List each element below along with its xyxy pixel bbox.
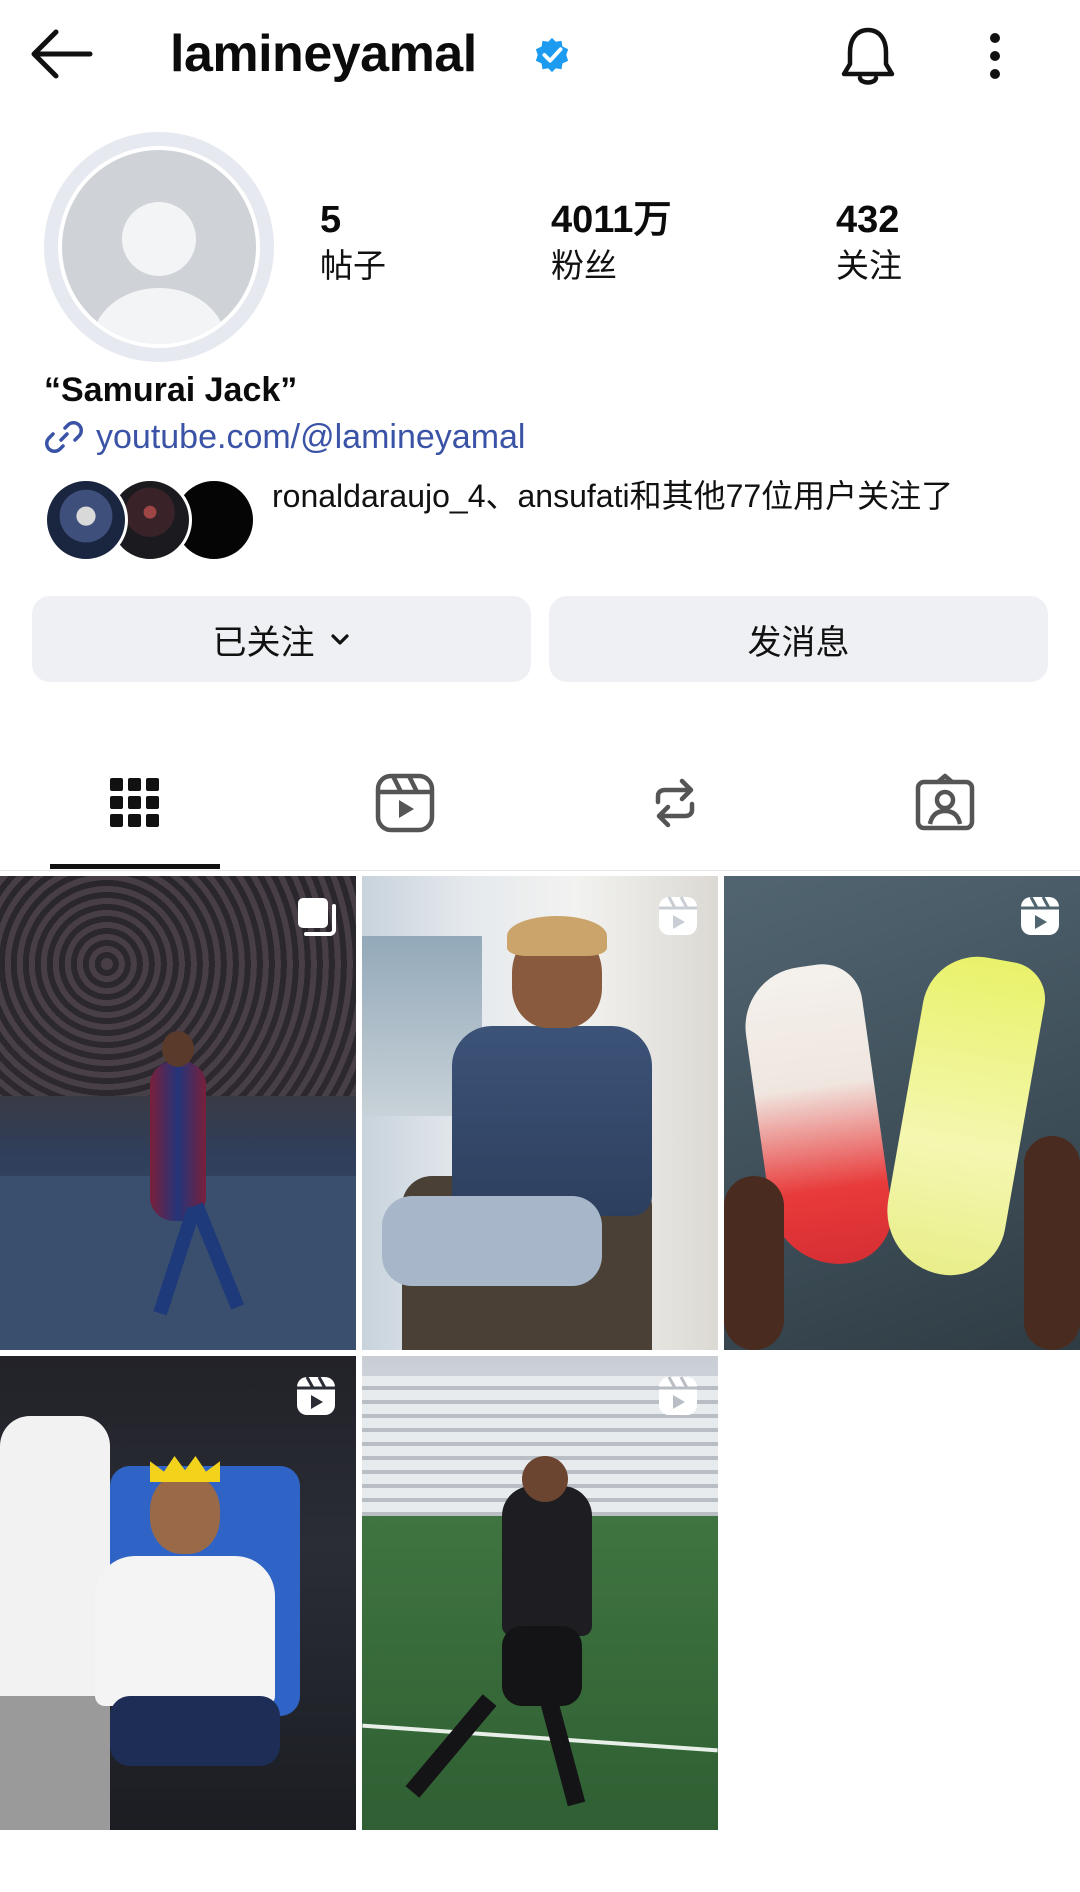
reels-icon (1021, 896, 1059, 935)
reels-icon (659, 896, 697, 935)
tagged-user-icon (915, 773, 975, 831)
tab-posts[interactable] (0, 760, 270, 868)
navy-shorts (110, 1696, 280, 1766)
person-head (150, 1474, 220, 1554)
carousel-icon (298, 898, 336, 936)
notifications-button[interactable] (838, 24, 898, 88)
avatar-head-shape (122, 202, 196, 276)
tab-reels[interactable] (270, 760, 540, 868)
arrow-left-icon (31, 29, 93, 79)
grid-icon (110, 778, 159, 827)
tab-tagged[interactable] (810, 760, 1080, 868)
player-head (162, 1031, 194, 1067)
avatar-body-shape (92, 288, 226, 344)
repost-icon (655, 778, 695, 828)
person-shorts (0, 1696, 110, 1830)
default-avatar-icon (62, 150, 256, 344)
post-thumbnail[interactable] (362, 1356, 718, 1830)
avatar[interactable] (44, 132, 274, 362)
profile-tabs (0, 760, 1080, 871)
verified-badge-icon (535, 37, 569, 73)
mutual-followers-text: ronaldaraujo_4、ansufati和其他77位用户关注了 (272, 478, 954, 514)
followers-count-value: 4011万 (551, 199, 672, 241)
white-tshirt (95, 1556, 275, 1706)
person-head (522, 1456, 568, 1502)
reels-icon (659, 1376, 697, 1415)
top-bar: lamineyamal (0, 0, 1080, 112)
posts-count[interactable]: 5 帖子 (320, 198, 386, 290)
hand (1024, 1136, 1080, 1350)
message-button[interactable]: 发消息 (549, 596, 1048, 682)
jeans (382, 1196, 602, 1286)
black-shirt (502, 1486, 592, 1636)
person-white-shirt (0, 1416, 110, 1696)
mutual-followers[interactable]: ronaldaraujo_4、ansufati和其他77位用户关注了 (44, 474, 1024, 564)
mutual-follower-avatar (44, 478, 128, 562)
profile-username: lamineyamal (170, 25, 477, 83)
following-count-value: 432 (836, 199, 900, 241)
post-thumbnail[interactable] (0, 1356, 356, 1830)
post-thumbnail[interactable] (0, 876, 356, 1350)
tab-reposts[interactable] (540, 760, 810, 868)
following-button[interactable]: 已关注 (32, 596, 531, 682)
active-tab-indicator (50, 864, 220, 869)
link-icon (45, 421, 83, 453)
post-thumbnail[interactable] (362, 876, 718, 1350)
following-button-label: 已关注 (212, 623, 315, 662)
person-hair (507, 916, 607, 956)
bell-icon (841, 27, 895, 85)
post-thumbnail[interactable] (724, 876, 1080, 1350)
back-button[interactable] (30, 26, 96, 82)
posts-count-value: 5 (320, 199, 342, 241)
chevron-down-icon (330, 634, 349, 645)
followers-count-label: 粉丝 (551, 247, 617, 284)
profile-bio: “Samurai Jack” (44, 371, 298, 409)
posts-count-label: 帖子 (320, 247, 386, 284)
profile-link-text: youtube.com/@lamineyamal (96, 418, 526, 456)
more-vertical-icon (990, 33, 1000, 79)
profile-page: lamineyamal 5 帖子 4011万 粉丝 432 关注 “Samura… (0, 0, 1080, 1892)
reels-icon (297, 1376, 335, 1415)
more-options-button[interactable] (980, 28, 1010, 84)
reels-icon (375, 773, 435, 833)
following-count[interactable]: 432 关注 (836, 198, 902, 290)
hand (724, 1176, 784, 1350)
followers-count[interactable]: 4011万 粉丝 (551, 198, 671, 290)
avatar-frame (58, 146, 260, 348)
denim-jacket (452, 1026, 652, 1216)
player-figure (150, 1061, 206, 1221)
profile-link[interactable]: youtube.com/@lamineyamal (44, 414, 525, 460)
following-count-label: 关注 (836, 247, 902, 284)
message-button-label: 发消息 (747, 623, 850, 662)
